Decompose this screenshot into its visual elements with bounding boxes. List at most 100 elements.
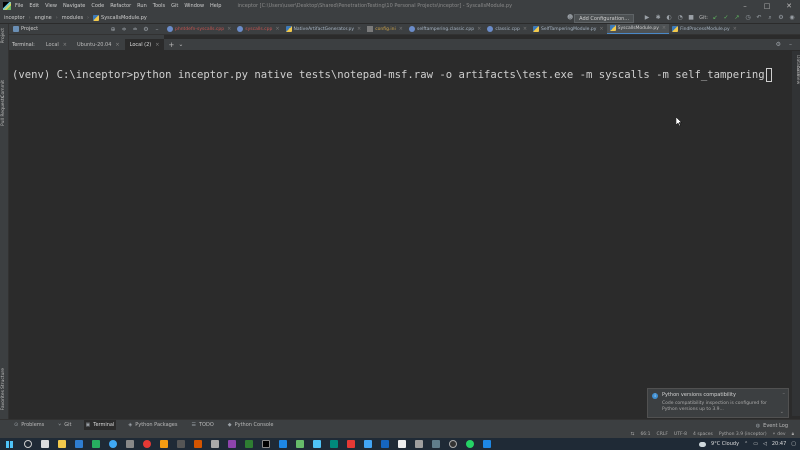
- menu-edit[interactable]: Edit: [29, 3, 39, 9]
- terminal-output[interactable]: (venv) C:\inceptor>python inceptor.py na…: [9, 51, 792, 416]
- tray-chevron-icon[interactable]: ⌃: [744, 441, 748, 447]
- project-panel-label[interactable]: Project: [21, 26, 38, 32]
- app-orange-icon[interactable]: [160, 440, 168, 448]
- weather-text[interactable]: 9°C Cloudy: [711, 441, 739, 447]
- app-blue-icon[interactable]: [279, 440, 287, 448]
- git-rollback-icon[interactable]: ↶: [755, 14, 763, 22]
- maximize-icon[interactable]: □: [756, 0, 778, 12]
- indent-setting[interactable]: 4 spaces: [693, 432, 713, 437]
- file-encoding[interactable]: UTF-8: [674, 432, 687, 437]
- tool-tab-python-packages[interactable]: ◈ Python Packages: [126, 420, 179, 431]
- obs-icon[interactable]: [449, 440, 457, 448]
- coverage-icon[interactable]: ◐: [665, 14, 673, 22]
- run-configuration-select[interactable]: Add Configuration...: [574, 13, 635, 23]
- breadcrumb-inceptor[interactable]: inceptor: [4, 15, 25, 21]
- git-commit-icon[interactable]: ✓: [722, 14, 730, 22]
- breadcrumb-file[interactable]: SyscallsModule.py: [93, 14, 147, 21]
- close-icon[interactable]: ×: [115, 39, 119, 51]
- collapse-all-icon[interactable]: ≐: [131, 25, 139, 34]
- close-icon[interactable]: ×: [523, 26, 527, 32]
- tool-tab-problems[interactable]: ⊙ Problems: [12, 420, 46, 431]
- app-gray-icon[interactable]: [126, 440, 134, 448]
- settings-icon[interactable]: ⚙: [776, 40, 781, 50]
- volume-icon[interactable]: ◁: [763, 441, 767, 447]
- editor-tab[interactable]: config.ini ×: [364, 24, 406, 34]
- run-icon[interactable]: ▶: [643, 14, 651, 22]
- editor-tab[interactable]: syscalls.cpp ×: [234, 24, 282, 34]
- acrobat-icon[interactable]: [347, 440, 355, 448]
- visual-studio-icon[interactable]: [228, 440, 236, 448]
- new-terminal-icon[interactable]: +: [168, 41, 174, 49]
- tool-tab-todo[interactable]: ☰ TODO: [190, 420, 216, 431]
- close-window-icon[interactable]: ✕: [778, 0, 800, 12]
- notification-center-icon[interactable]: ▢: [791, 441, 796, 447]
- app-white-icon[interactable]: [398, 440, 406, 448]
- edge-browser-icon[interactable]: [109, 440, 117, 448]
- tool-tab-structure[interactable]: Structure: [1, 368, 6, 389]
- mail-icon[interactable]: [75, 440, 83, 448]
- user-icon[interactable]: ☻: [566, 14, 574, 22]
- tool-tab-python-console[interactable]: ◆ Python Console: [226, 420, 276, 431]
- close-icon[interactable]: ×: [477, 26, 481, 32]
- tool-tab-project[interactable]: Project: [1, 28, 6, 43]
- git-push-icon[interactable]: ↗: [733, 14, 741, 22]
- app-blue3-icon[interactable]: [381, 440, 389, 448]
- editor-tab[interactable]: SelfTamperingModule.py ×: [530, 24, 607, 34]
- tool-tab-sciview[interactable]: SciView: [795, 67, 800, 84]
- close-icon[interactable]: ×: [63, 39, 67, 51]
- chevron-down-icon[interactable]: ⌄: [178, 41, 183, 48]
- hide-icon[interactable]: –: [789, 40, 792, 50]
- app-red-icon[interactable]: [143, 440, 151, 448]
- windows-start-icon[interactable]: [3, 438, 15, 450]
- close-icon[interactable]: ×: [357, 26, 361, 32]
- locate-icon[interactable]: ⊕: [109, 25, 117, 34]
- close-icon[interactable]: ×: [733, 26, 737, 32]
- status-sync-icon[interactable]: ⇆: [631, 432, 635, 437]
- hide-icon[interactable]: –: [153, 25, 161, 34]
- app-slate-icon[interactable]: [432, 440, 440, 448]
- expand-all-icon[interactable]: ≑: [120, 25, 128, 34]
- breadcrumb-modules[interactable]: modules: [62, 15, 83, 21]
- app-green-icon[interactable]: [92, 440, 100, 448]
- network-icon[interactable]: ▭: [753, 441, 758, 447]
- app-blue2-icon[interactable]: [364, 440, 372, 448]
- close-icon[interactable]: –: [783, 391, 786, 397]
- menu-tools[interactable]: Tools: [153, 3, 165, 9]
- close-icon[interactable]: ×: [599, 26, 603, 32]
- menu-navigate[interactable]: Navigate: [63, 3, 85, 9]
- file-explorer-icon[interactable]: [58, 440, 66, 448]
- app-green2-icon[interactable]: [245, 440, 253, 448]
- clock[interactable]: 20:47: [772, 441, 786, 447]
- tool-tab-favorites[interactable]: Favorites: [1, 390, 6, 410]
- git-update-icon[interactable]: ↙: [711, 14, 719, 22]
- editor-tab[interactable]: NativeArtifactGenerator.py ×: [283, 24, 365, 34]
- line-separator[interactable]: CRLF: [657, 432, 668, 437]
- tool-tab-git[interactable]: ⑂ Git: [56, 420, 73, 431]
- tool-tab-pull-requests[interactable]: Pull Requests: [1, 96, 6, 126]
- terminal-tab-local[interactable]: Local ×: [41, 39, 72, 51]
- app-orange2-icon[interactable]: [194, 440, 202, 448]
- terminal-tab-local-2[interactable]: Local (2) ×: [124, 38, 165, 51]
- app-teal-icon[interactable]: [330, 440, 338, 448]
- editor-tab[interactable]: SyscallsModule.py ×: [606, 24, 670, 34]
- options-icon[interactable]: ⚙: [142, 25, 150, 34]
- git-branch[interactable]: dev: [777, 432, 785, 437]
- git-history-icon[interactable]: ◷: [744, 14, 752, 22]
- menu-help[interactable]: Help: [210, 3, 221, 9]
- menu-code[interactable]: Code: [91, 3, 104, 9]
- help-icon[interactable]: ◉: [788, 14, 796, 22]
- close-icon[interactable]: ×: [662, 25, 666, 31]
- terminal-tab-ubuntu[interactable]: Ubuntu-20.04 ×: [72, 39, 125, 51]
- editor-tab[interactable]: classic.cpp ×: [484, 24, 530, 34]
- app-dark-icon[interactable]: [177, 440, 185, 448]
- menu-file[interactable]: File: [15, 3, 23, 9]
- close-icon[interactable]: ×: [399, 26, 403, 32]
- editor-tab[interactable]: FindProcessModule.py ×: [669, 24, 740, 34]
- menu-git[interactable]: Git: [171, 3, 178, 9]
- settings-app-icon[interactable]: [415, 440, 423, 448]
- task-view-icon[interactable]: [41, 440, 49, 448]
- settings-icon[interactable]: ⚙: [777, 14, 785, 22]
- chevron-down-icon[interactable]: ⌄: [780, 409, 784, 415]
- menu-view[interactable]: View: [45, 3, 57, 9]
- editor-tab[interactable]: phntdefn-syscalls.cpp ×: [164, 24, 234, 34]
